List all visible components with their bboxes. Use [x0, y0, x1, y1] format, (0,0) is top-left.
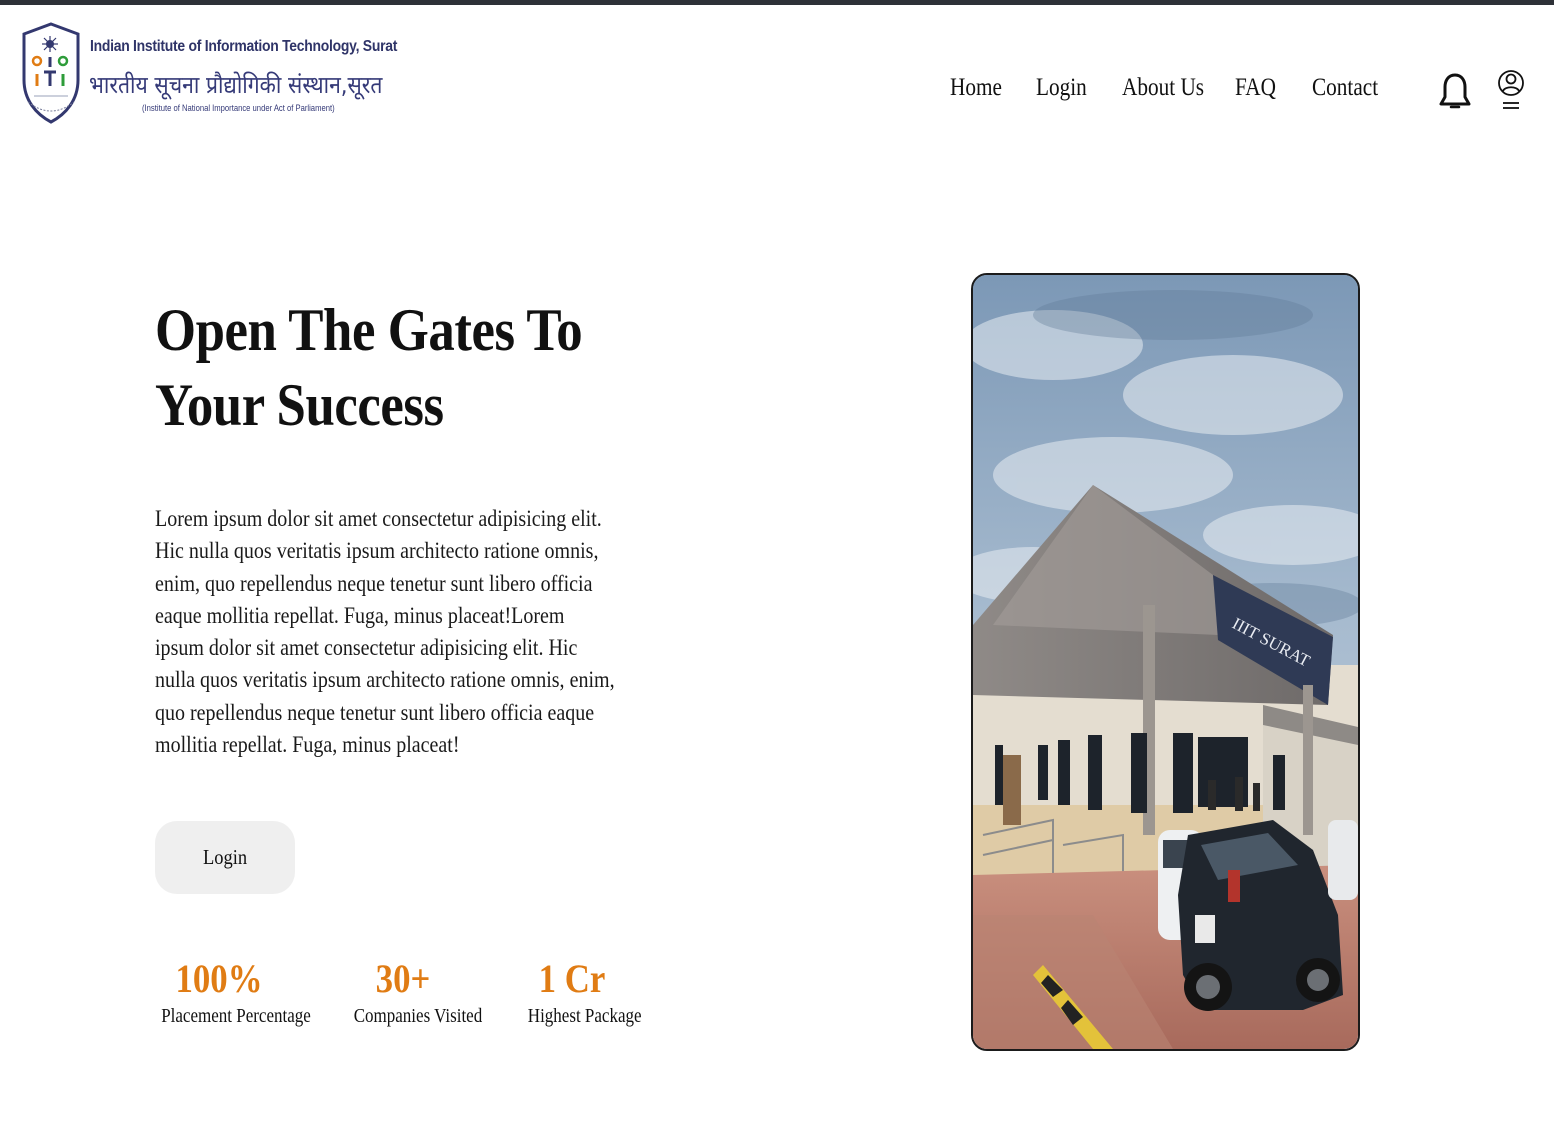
hero-description: Lorem ipsum dolor sit amet consectetur a… — [155, 506, 615, 758]
nav-faq[interactable]: FAQ — [1235, 74, 1276, 102]
institute-name-hindi: भारतीय सूचना प्रौद्योगिकी संस्थान,सूरत — [89, 71, 383, 99]
campus-photo: IIIT SURAT — [971, 273, 1360, 1051]
nav-login[interactable]: Login — [1036, 74, 1087, 102]
stat-placement: 100% Placement Percentage — [151, 955, 311, 1029]
nav-home[interactable]: Home — [950, 74, 1002, 102]
stat-value: 1 Cr — [538, 956, 606, 1001]
top-strip — [0, 0, 1554, 5]
hero-login-label: Login — [202, 845, 248, 869]
stat-label: Placement Percentage — [161, 1005, 311, 1027]
stat-label: Companies Visited — [353, 1005, 483, 1027]
stat-companies: 30+ Companies Visited — [345, 955, 483, 1029]
iiit-emblem-icon — [22, 22, 80, 124]
stat-value: 100% — [175, 956, 263, 1001]
stat-package: 1 Cr Highest Package — [520, 955, 642, 1029]
hero-title: Open The Gates To Your Success — [155, 297, 583, 438]
institute-subtitle: (Institute of National Importance under … — [142, 103, 335, 113]
bell-icon[interactable] — [1438, 72, 1472, 110]
hero-login-button[interactable]: Login — [155, 821, 295, 894]
user-icon[interactable] — [1496, 67, 1526, 113]
stat-value: 30+ — [375, 956, 431, 1001]
institute-name-english: Indian Institute of Information Technolo… — [90, 38, 398, 55]
stat-label: Highest Package — [527, 1005, 642, 1027]
nav-contact[interactable]: Contact — [1312, 74, 1378, 102]
nav-about-us[interactable]: About Us — [1122, 74, 1204, 102]
institute-logo[interactable]: Indian Institute of Information Technolo… — [20, 22, 420, 126]
